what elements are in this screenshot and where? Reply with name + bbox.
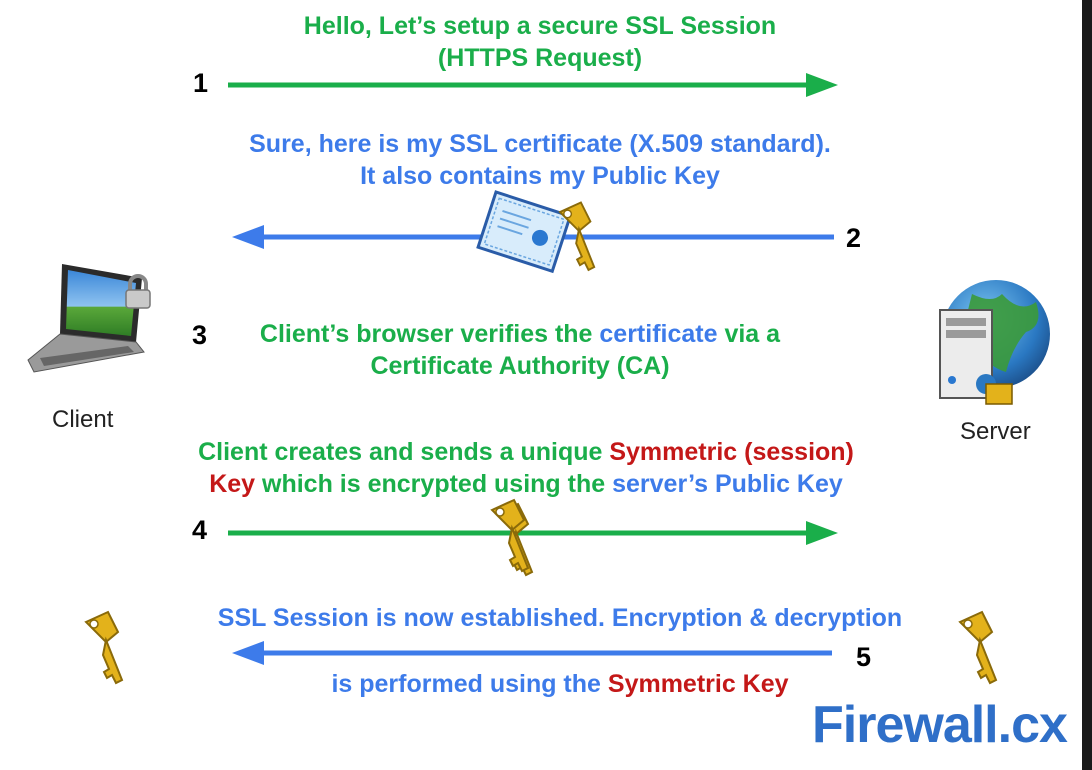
- text-segment: Key: [209, 470, 256, 498]
- text-segment: server’s Public Key: [612, 470, 843, 498]
- text-segment: Symmetric Key: [607, 670, 789, 698]
- key-icon: [85, 611, 123, 684]
- server-label: Server: [960, 418, 1031, 445]
- client-label: Client: [52, 406, 114, 433]
- step-2-text: Sure, here is my SSL certificate (X.509 …: [200, 128, 880, 192]
- logo-main: Firewall.: [812, 696, 1012, 754]
- laptop-icon: [27, 264, 145, 373]
- certificate-icon: [476, 190, 573, 274]
- step-1-line-1: Hello, Let’s setup a secure SSL Session: [200, 10, 880, 42]
- step-4-line-1: Client creates and sends a unique Symmet…: [186, 436, 866, 468]
- text-segment: (HTTPS Request): [437, 44, 643, 72]
- text-segment: via a: [717, 320, 781, 348]
- text-segment: SSL Session is now established. Encrypti…: [217, 604, 903, 632]
- step-3-line-1: Client’s browser verifies the certificat…: [180, 318, 860, 350]
- text-segment: Certificate Authority (CA): [370, 352, 670, 380]
- step-4-line-2: Key which is encrypted using the server’…: [186, 468, 866, 500]
- text-segment: Symmetric (session): [609, 438, 854, 466]
- text-segment: It also contains my Public Key: [360, 162, 720, 190]
- step-2-line-2: It also contains my Public Key: [200, 160, 880, 192]
- step-3-line-2: Certificate Authority (CA): [180, 350, 860, 382]
- step-number-4: 4: [192, 515, 208, 545]
- text-segment: Sure, here is my SSL certificate (X.509 …: [249, 130, 831, 158]
- step-4-text: Client creates and sends a unique Symmet…: [186, 436, 866, 500]
- key-icon: [491, 499, 533, 576]
- text-segment: Client’s browser verifies the: [259, 320, 600, 348]
- logo-suffix: cx: [1011, 696, 1068, 754]
- text-segment: which is encrypted using the: [255, 470, 613, 498]
- text-segment: is performed using the: [331, 670, 608, 698]
- firewall-cx-logo: Firewall.cx: [812, 695, 1068, 755]
- arrow-1-head: [806, 73, 838, 97]
- step-1-line-2: (HTTPS Request): [200, 42, 880, 74]
- step-5-text: SSL Session is now established. Encrypti…: [180, 602, 940, 700]
- step-5-line-1: SSL Session is now established. Encrypti…: [180, 602, 940, 634]
- arrow-2-head: [232, 225, 264, 249]
- key-icon: [959, 611, 997, 684]
- step-2-line-1: Sure, here is my SSL certificate (X.509 …: [200, 128, 880, 160]
- arrow-4-head: [806, 521, 838, 545]
- frame-border: [1082, 0, 1092, 770]
- server-globe-icon: [939, 280, 1050, 405]
- text-segment: Hello, Let’s setup a secure SSL Session: [303, 12, 777, 40]
- step-3-text: Client’s browser verifies the certificat…: [180, 318, 860, 382]
- text-segment: certificate: [599, 320, 718, 348]
- step-number-2: 2: [846, 223, 862, 253]
- text-segment: Client creates and sends a unique: [198, 438, 610, 466]
- step-1-text: Hello, Let’s setup a secure SSL Session (…: [200, 10, 880, 74]
- diagram-canvas: 1 2 3 4 5 Hello, Let’s setup a secure SS…: [0, 0, 1082, 770]
